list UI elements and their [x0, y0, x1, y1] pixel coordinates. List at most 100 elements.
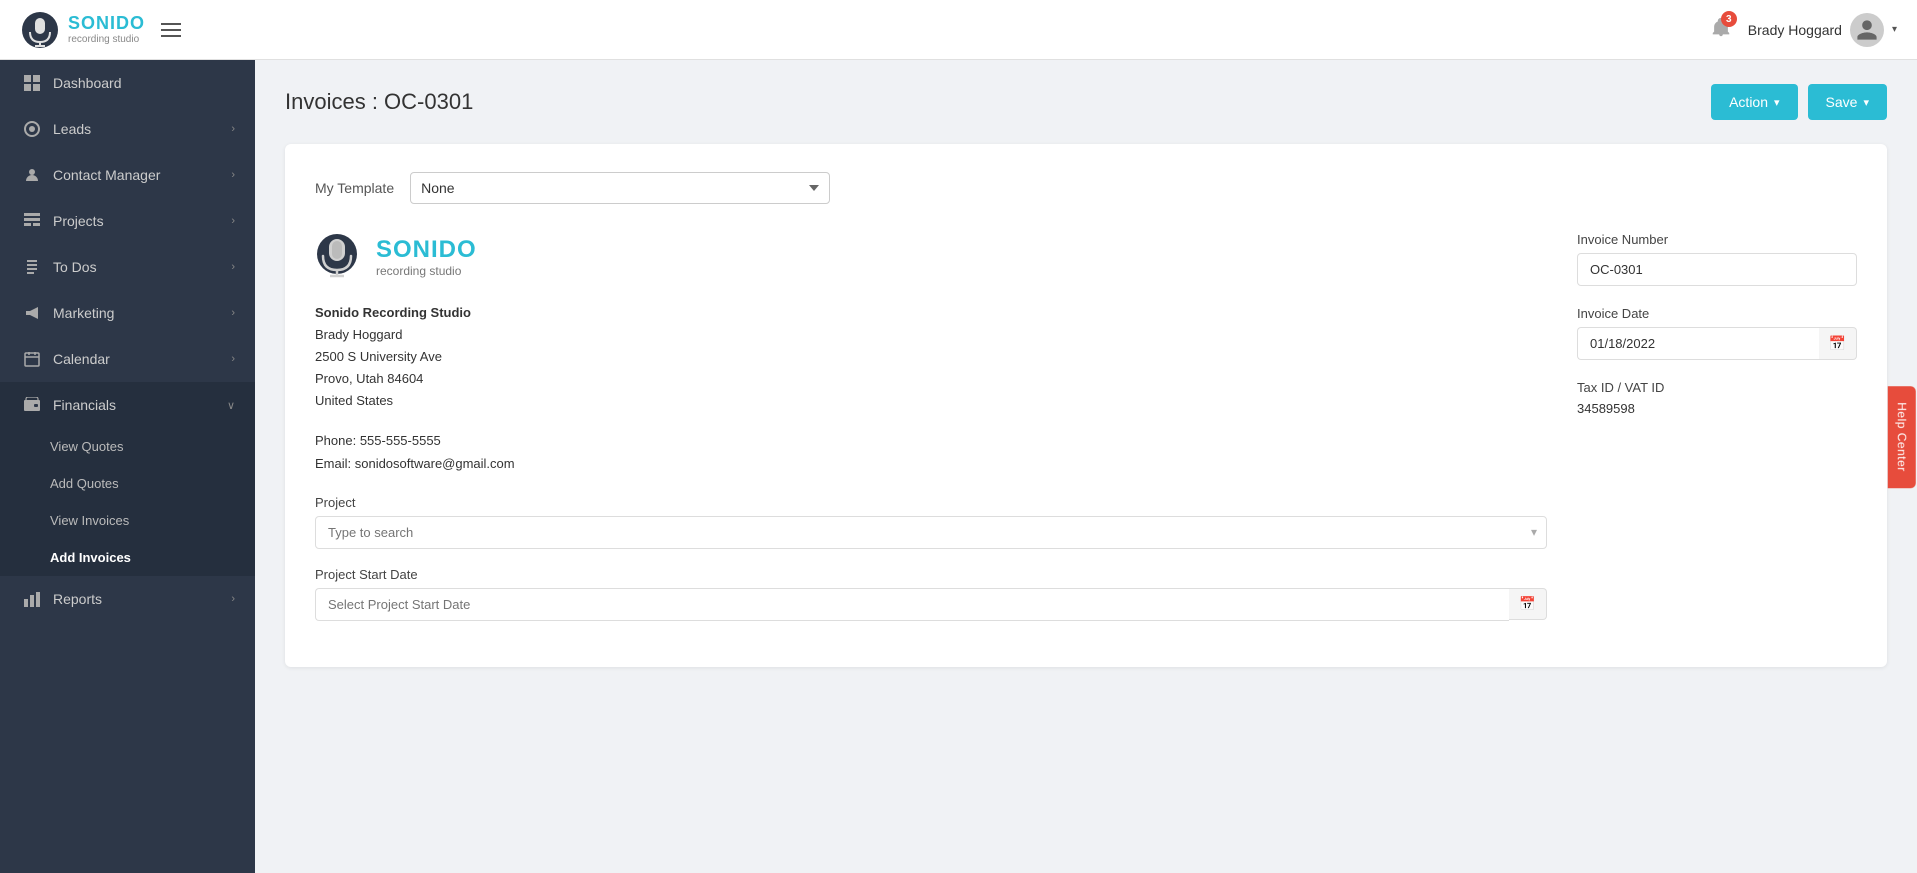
logo-mic-icon	[20, 10, 60, 50]
sidebar-chevron-calendar: ›	[231, 353, 235, 365]
country: United States	[315, 390, 1547, 412]
template-row: My Template None	[315, 172, 1857, 204]
sidebar-chevron-contact: ›	[231, 169, 235, 181]
project-start-field-group: Project Start Date 📅	[315, 567, 1547, 621]
sidebar-label-financials: Financials	[53, 397, 116, 413]
project-start-input-wrap: 📅	[315, 588, 1547, 621]
invoice-right: Invoice Number Invoice Date 📅	[1577, 232, 1857, 639]
list-icon	[23, 258, 41, 276]
sidebar-item-marketing-inner: Marketing	[23, 304, 114, 322]
sidebar-item-marketing[interactable]: Marketing ›	[0, 290, 255, 336]
save-button-label: Save	[1826, 94, 1858, 110]
project-search-input[interactable]	[315, 516, 1547, 549]
bar-chart-icon	[23, 590, 41, 608]
sidebar-item-dashboard-inner: Dashboard	[23, 74, 122, 92]
project-start-input[interactable]	[315, 588, 1509, 621]
sidebar-item-contact-manager[interactable]: Contact Manager ›	[0, 152, 255, 198]
company-name: Sonido Recording Studio	[315, 302, 1547, 324]
sidebar-sub-view-invoices-label: View Invoices	[50, 513, 129, 528]
sidebar-item-financials[interactable]: Financials ∨	[0, 382, 255, 428]
invoice-brand-text: SONIDO recording studio	[376, 236, 477, 278]
sidebar-item-projects[interactable]: Projects ›	[0, 198, 255, 244]
sidebar-item-leads-inner: Leads	[23, 120, 91, 138]
contact-name: Brady Hoggard	[315, 324, 1547, 346]
company-info: Sonido Recording Studio Brady Hoggard 25…	[315, 302, 1547, 475]
invoice-date-input[interactable]	[1577, 327, 1819, 360]
template-select[interactable]: None	[410, 172, 830, 204]
page-title: Invoices : OC-0301	[285, 89, 473, 115]
avatar	[1850, 13, 1884, 47]
hamburger-line-2	[161, 29, 181, 31]
circle-icon	[23, 120, 41, 138]
invoice-mic-icon	[315, 232, 360, 282]
sidebar-item-todos[interactable]: To Dos ›	[0, 244, 255, 290]
sidebar-chevron-financials: ∨	[227, 399, 235, 412]
phone: Phone: 555-555-5555	[315, 430, 1547, 452]
tax-id-value: 34589598	[1577, 401, 1857, 416]
hamburger-button[interactable]	[161, 23, 181, 37]
invoice-date-calendar-button[interactable]: 📅	[1819, 327, 1857, 360]
invoice-date-field: Invoice Date 📅	[1577, 306, 1857, 360]
actions-row: Action ▾ Save ▾	[1711, 84, 1887, 120]
sidebar-chevron-reports: ›	[231, 593, 235, 605]
logo-text: SONIDO recording studio	[68, 14, 145, 45]
action-button-label: Action	[1729, 94, 1768, 110]
project-start-calendar-button[interactable]: 📅	[1509, 588, 1547, 620]
sidebar-chevron-todos: ›	[231, 261, 235, 273]
invoice-logo-text: SONIDO recording studio	[315, 232, 1547, 282]
app-body: Dashboard Leads › Contact Manager ›	[0, 60, 1917, 873]
sidebar-label-projects: Projects	[53, 213, 104, 229]
template-label: My Template	[315, 180, 394, 196]
project-search-wrap: ▾	[315, 516, 1547, 549]
brand-name: SONIDO	[68, 14, 145, 34]
header-left: SONIDO recording studio	[20, 10, 181, 50]
tax-id-field: Tax ID / VAT ID 34589598	[1577, 380, 1857, 416]
project-field-label: Project	[315, 495, 1547, 510]
sidebar-sub-add-quotes[interactable]: Add Quotes	[0, 465, 255, 502]
sidebar-item-projects-inner: Projects	[23, 212, 104, 230]
tax-id-label: Tax ID / VAT ID	[1577, 380, 1857, 395]
hamburger-line-1	[161, 23, 181, 25]
grid-icon	[23, 74, 41, 92]
invoice-card: My Template None	[285, 144, 1887, 667]
save-button[interactable]: Save ▾	[1808, 84, 1887, 120]
sidebar-sub-view-invoices[interactable]: View Invoices	[0, 502, 255, 539]
help-center-label: Help Center	[1895, 402, 1909, 472]
sidebar-sub-view-quotes-label: View Quotes	[50, 439, 123, 454]
email: Email: sonidosoftware@gmail.com	[315, 453, 1547, 475]
invoice-number-input[interactable]	[1577, 253, 1857, 286]
invoice-body: SONIDO recording studio Sonido Recording…	[315, 232, 1857, 639]
logo-area: SONIDO recording studio	[20, 10, 145, 50]
person-icon	[23, 166, 41, 184]
hamburger-line-3	[161, 35, 181, 37]
sidebar-item-calendar-inner: Calendar	[23, 350, 110, 368]
sidebar-item-todos-inner: To Dos	[23, 258, 97, 276]
project-start-label: Project Start Date	[315, 567, 1547, 582]
sidebar-item-financials-inner: Financials	[23, 396, 116, 414]
sidebar-sub-add-invoices[interactable]: Add Invoices	[0, 539, 255, 576]
help-center-tab[interactable]: Help Center	[1888, 386, 1916, 488]
sidebar-item-calendar[interactable]: Calendar ›	[0, 336, 255, 382]
wallet-icon	[23, 396, 41, 414]
action-button[interactable]: Action ▾	[1711, 84, 1797, 120]
sidebar-label-dashboard: Dashboard	[53, 75, 122, 91]
sidebar-sub-add-invoices-label: Add Invoices	[50, 550, 131, 565]
sidebar-item-leads[interactable]: Leads ›	[0, 106, 255, 152]
megaphone-icon	[23, 304, 41, 322]
financials-submenu: View Quotes Add Quotes View Invoices Add…	[0, 428, 255, 576]
sidebar-sub-view-quotes[interactable]: View Quotes	[0, 428, 255, 465]
sidebar-item-contact-inner: Contact Manager	[23, 166, 160, 184]
sidebar-item-dashboard[interactable]: Dashboard	[0, 60, 255, 106]
brand-sub: recording studio	[68, 34, 145, 45]
invoice-number-label: Invoice Number	[1577, 232, 1857, 247]
main-content: Invoices : OC-0301 Action ▾ Save ▾ My Te…	[255, 60, 1917, 873]
action-button-chevron: ▾	[1774, 96, 1780, 109]
notification-button[interactable]: 3	[1710, 16, 1732, 43]
sidebar-item-reports[interactable]: Reports ›	[0, 576, 255, 622]
avatar-icon	[1855, 18, 1879, 42]
user-menu[interactable]: Brady Hoggard ▾	[1748, 13, 1897, 47]
sidebar-label-todos: To Dos	[53, 259, 97, 275]
invoice-brand-name: SONIDO	[376, 236, 477, 264]
sidebar-chevron-projects: ›	[231, 215, 235, 227]
table-icon	[23, 212, 41, 230]
